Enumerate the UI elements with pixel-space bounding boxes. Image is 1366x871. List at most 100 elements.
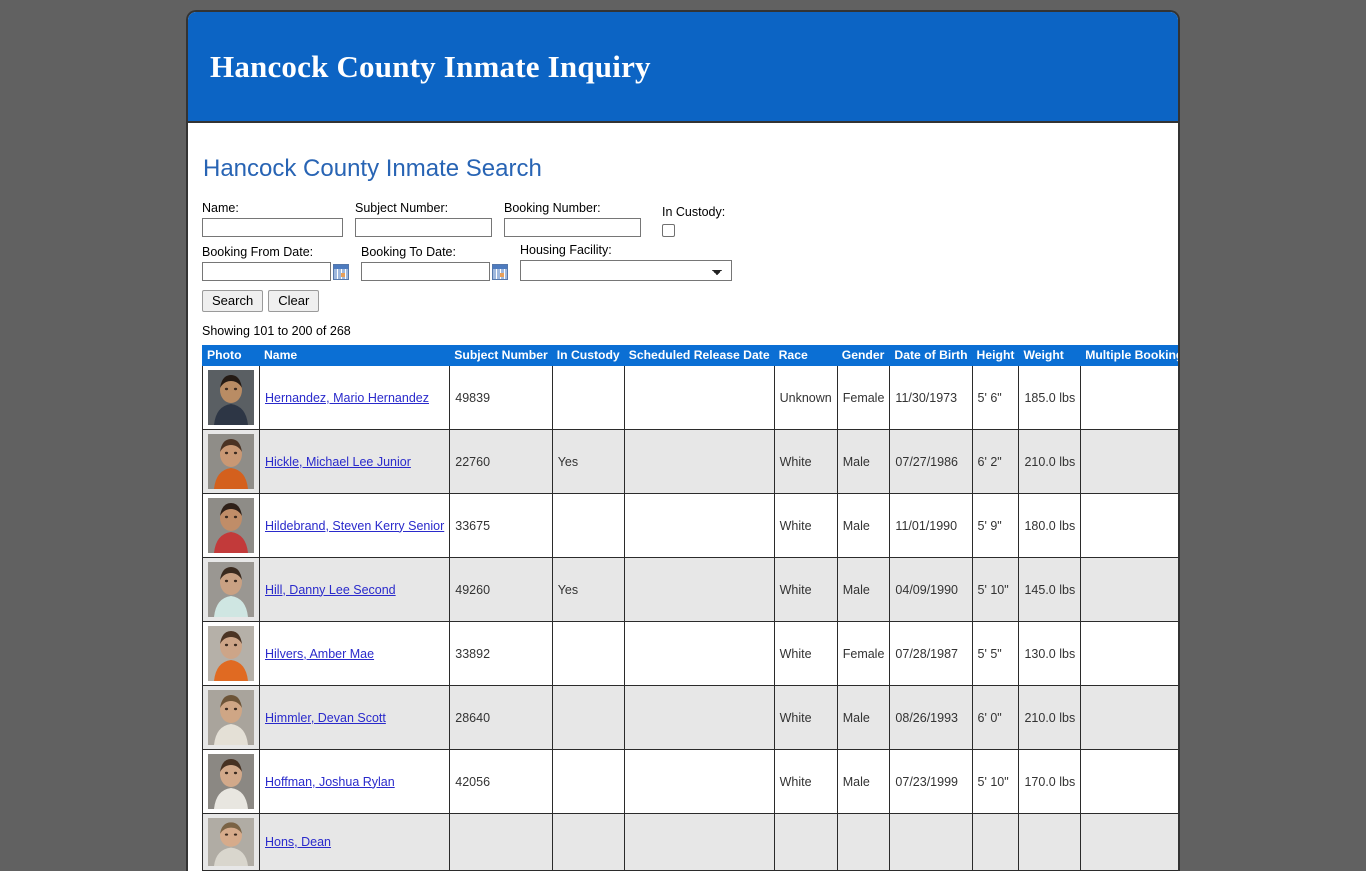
inmate-name-link[interactable]: Hons, Dean — [265, 835, 331, 849]
cell-name[interactable]: Hoffman, Joshua Rylan — [258, 749, 451, 814]
cell-gender: Female — [836, 365, 891, 430]
cell-race: White — [773, 749, 838, 814]
cell-race: White — [773, 493, 838, 558]
results-header-row: Photo Name Subject Number In Custody Schedul… — [202, 345, 1178, 366]
inmate-photo-cell — [202, 621, 260, 686]
inmate-name-link[interactable]: Himmler, Devan Scott — [265, 711, 386, 725]
cell-gender: Female — [836, 621, 891, 686]
cell-race: Unknown — [773, 365, 838, 430]
cell-multiple-bookings — [1080, 685, 1178, 750]
cell-race — [773, 813, 838, 871]
column-header-height[interactable]: Height — [971, 345, 1020, 366]
in-custody-label: In Custody: — [662, 205, 726, 219]
cell-subject-number: 22760 — [449, 429, 553, 494]
cell-date-of-birth: 07/23/1999 — [889, 749, 973, 814]
cell-in-custody — [551, 813, 625, 871]
column-header-scheduled-release-date[interactable]: Scheduled Release Date — [623, 345, 775, 366]
in-custody-field-group: In Custody: — [662, 205, 725, 237]
cell-height — [971, 813, 1020, 871]
in-custody-checkbox[interactable] — [662, 224, 675, 237]
cell-date-of-birth: 11/30/1973 — [889, 365, 973, 430]
cell-multiple-bookings — [1080, 749, 1178, 814]
column-header-race[interactable]: Race — [773, 345, 838, 366]
inmate-photo-cell — [202, 365, 260, 430]
cell-name[interactable]: Hernandez, Mario Hernandez — [258, 365, 451, 430]
search-button[interactable]: Search — [202, 290, 264, 312]
column-header-subject-number[interactable]: Subject Number — [449, 345, 553, 366]
cell-scheduled-release-date — [623, 365, 775, 430]
cell-name[interactable]: Hons, Dean — [258, 813, 451, 871]
column-header-in-custody[interactable]: In Custody — [551, 345, 625, 366]
subject-number-label: Subject Number: — [355, 201, 449, 215]
cell-height: 5' 5" — [971, 621, 1020, 686]
inmate-results-table: Photo Name Subject Number In Custody Schedul… — [202, 345, 1178, 871]
cell-multiple-bookings — [1080, 557, 1178, 622]
cell-date-of-birth: 07/27/1986 — [889, 429, 973, 494]
calendar-icon[interactable] — [492, 263, 508, 280]
cell-in-custody — [551, 493, 625, 558]
column-header-photo[interactable]: Photo — [202, 345, 260, 366]
booking-number-field-group: Booking Number: — [504, 201, 641, 237]
cell-weight: 170.0 lbs — [1018, 749, 1082, 814]
cell-subject-number: 33892 — [449, 621, 553, 686]
search-input-booking-from-date[interactable] — [202, 262, 331, 281]
cell-weight — [1018, 813, 1082, 871]
housing-facility-select[interactable]: Hancock County Justice Center — [520, 260, 732, 281]
search-input-subject-number[interactable] — [355, 218, 492, 237]
inmate-name-link[interactable]: Hernandez, Mario Hernandez — [265, 391, 429, 405]
inmate-name-link[interactable]: Hildebrand, Steven Kerry Senior — [265, 519, 444, 533]
table-row: Hoffman, Joshua Rylan 42056 White Male 07/23… — [202, 749, 1178, 814]
column-header-weight[interactable]: Weight — [1018, 345, 1082, 366]
cell-height: 5' 9" — [971, 493, 1020, 558]
search-input-name[interactable] — [202, 218, 343, 237]
cell-gender: Male — [836, 493, 891, 558]
inmate-name-link[interactable]: Hill, Danny Lee Second — [265, 583, 396, 597]
cell-date-of-birth: 11/01/1990 — [889, 493, 973, 558]
name-label: Name: — [202, 201, 239, 215]
cell-scheduled-release-date — [623, 749, 775, 814]
booking-from-date-field-group: Booking From Date: — [202, 245, 349, 281]
table-row: Hickle, Michael Lee Junior 22760 Yes White M… — [202, 429, 1178, 494]
booking-to-date-field-group: Booking To Date: — [361, 245, 508, 281]
page-title: Hancock County Inmate Search — [203, 155, 542, 182]
cell-scheduled-release-date — [623, 685, 775, 750]
subject-number-field-group: Subject Number: — [355, 201, 492, 237]
inmate-name-link[interactable]: Hilvers, Amber Mae — [265, 647, 374, 661]
column-header-name[interactable]: Name — [258, 345, 451, 366]
calendar-icon[interactable] — [333, 263, 349, 280]
cell-multiple-bookings — [1080, 621, 1178, 686]
search-input-booking-to-date[interactable] — [361, 262, 490, 281]
cell-name[interactable]: Hickle, Michael Lee Junior — [258, 429, 451, 494]
cell-name[interactable]: Hildebrand, Steven Kerry Senior — [258, 493, 451, 558]
cell-weight: 210.0 lbs — [1018, 429, 1082, 494]
clear-button[interactable]: Clear — [268, 290, 320, 312]
cell-race: White — [773, 557, 838, 622]
cell-in-custody: Yes — [551, 557, 625, 622]
column-header-multiple-bookings[interactable]: Multiple Bookings — [1080, 345, 1178, 366]
cell-height: 6' 2" — [971, 429, 1020, 494]
cell-name[interactable]: Hilvers, Amber Mae — [258, 621, 451, 686]
cell-weight: 145.0 lbs — [1018, 557, 1082, 622]
inmate-inquiry-page: Hancock County Inmate Inquiry Hancock Co… — [186, 10, 1180, 871]
cell-name[interactable]: Hill, Danny Lee Second — [258, 557, 451, 622]
inmate-name-link[interactable]: Hickle, Michael Lee Junior — [265, 455, 411, 469]
cell-race: White — [773, 429, 838, 494]
column-header-gender[interactable]: Gender — [836, 345, 891, 366]
cell-scheduled-release-date — [623, 621, 775, 686]
cell-multiple-bookings — [1080, 493, 1178, 558]
search-form-buttons: Search Clear — [202, 290, 1164, 312]
inmate-name-link[interactable]: Hoffman, Joshua Rylan — [265, 775, 395, 789]
cell-name[interactable]: Himmler, Devan Scott — [258, 685, 451, 750]
search-input-booking-number[interactable] — [504, 218, 641, 237]
cell-scheduled-release-date — [623, 557, 775, 622]
search-form-row-1: Name: Subject Number: Booking Number: In… — [202, 201, 1164, 237]
column-header-date-of-birth[interactable]: Date of Birth — [889, 345, 973, 366]
booking-to-date-label: Booking To Date: — [361, 245, 456, 259]
results-count: Showing 101 to 200 of 268 — [202, 324, 351, 338]
cell-race: White — [773, 621, 838, 686]
cell-gender — [836, 813, 891, 871]
booking-number-label: Booking Number: — [504, 201, 601, 215]
cell-date-of-birth: 07/28/1987 — [889, 621, 973, 686]
cell-weight: 185.0 lbs — [1018, 365, 1082, 430]
table-row: Hildebrand, Steven Kerry Senior 33675 Whit… — [202, 493, 1178, 558]
